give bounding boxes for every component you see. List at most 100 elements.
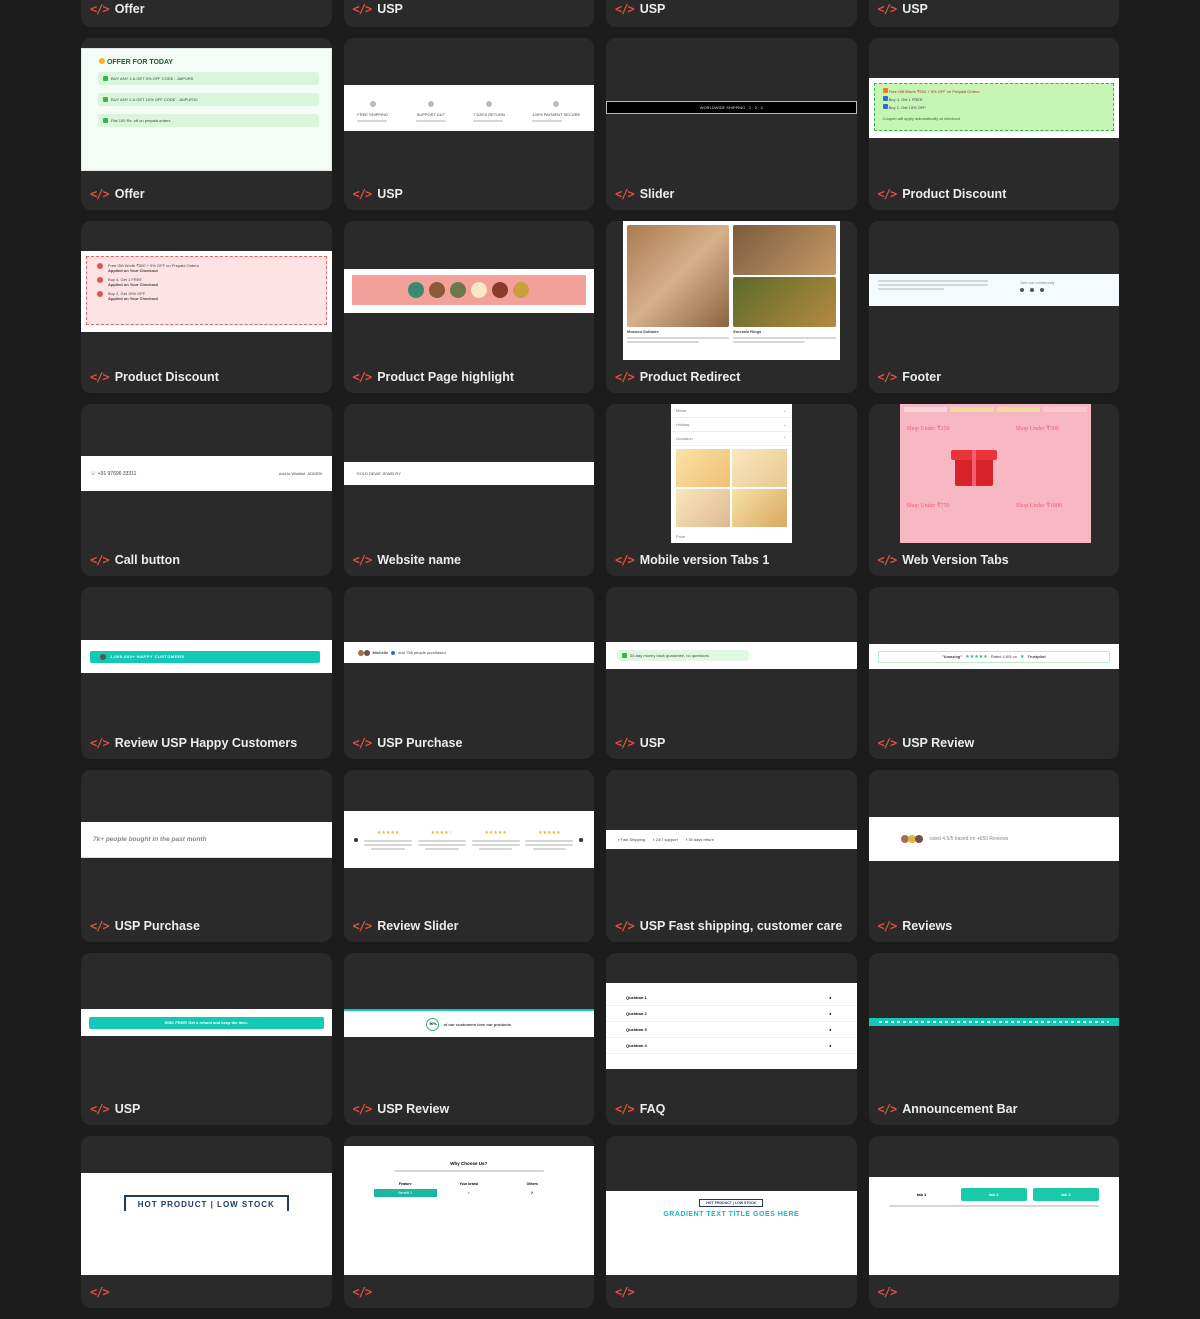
plus-icon: ● xyxy=(829,995,832,1000)
usp-review-preview: "Amazing" ★★★★★ Rated 4.6/5 on ★ Trustpi… xyxy=(868,644,1119,669)
template-card[interactable]: RISK FREE! Get a refund and keep the ite… xyxy=(81,953,332,1125)
review-card: ★★★★★ xyxy=(471,830,520,850)
faq-item[interactable]: Question 3 ● xyxy=(606,1022,857,1038)
gallery-row: RISK FREE! Get a refund and keep the ite… xyxy=(81,953,1119,1125)
template-card[interactable]: 1,000,000+ HAPPY CUSTOMERS </> Review USP… xyxy=(81,587,332,759)
product-caption: Emerald Rings xyxy=(733,329,762,334)
offer-item-text: Flat 100 Rs. off on prepaid orders xyxy=(111,118,171,123)
code-icon: </> xyxy=(352,186,373,201)
usp-review-pct-preview: 90% of our customers love our products xyxy=(343,1009,594,1037)
gradient-title-text: GRADIENT TEXT TITLE GOES HERE xyxy=(663,1211,800,1218)
faq-question: Question 1 xyxy=(626,995,647,1000)
gallery-row: 1,000,000+ HAPPY CUSTOMERS </> Review USP… xyxy=(81,587,1119,759)
code-icon: </> xyxy=(352,1,373,16)
template-card[interactable]: OFFER FOR TODAY BUY ANY 1 & GET 5% OFF C… xyxy=(81,38,332,210)
template-card[interactable]: Free Gift Worth ₹500 + 5% OFF on Prepaid… xyxy=(868,38,1119,210)
facebook-icon xyxy=(1020,288,1024,292)
template-card[interactable]: Why Choose Us? Feature Your brand Others… xyxy=(343,1136,594,1308)
template-card[interactable]: Michelle and 758 people purchased </> USP… xyxy=(343,587,594,759)
template-card[interactable]: GOLD DEVIE JEWELRY </> Website name xyxy=(343,404,594,576)
tab-images xyxy=(671,446,792,530)
card-preview: ★★★★★ ★★★★☆ ★★★★★ ★★★★★ xyxy=(343,770,594,909)
hot-product-text: HOT PRODUCT | LOW STOCK xyxy=(123,1195,289,1211)
discount-item-text: Buy 4, Get 1 FREE xyxy=(888,97,923,102)
template-card[interactable]: ★★★★★ ★★★★☆ ★★★★★ ★★★★★ </> Review Slider xyxy=(343,770,594,942)
code-icon: </> xyxy=(877,918,898,933)
money-back-text: 30-day money back guarantee, no question… xyxy=(630,653,709,658)
template-card[interactable]: Question 1 ● Question 2 ● Question 3 ● Ques… xyxy=(606,953,857,1125)
usp-text: 24/7 support xyxy=(655,837,678,842)
card-title: Announcement Bar xyxy=(902,1101,1018,1116)
star-rating-icon: ★★★★★ xyxy=(965,653,988,660)
template-card[interactable]: Join our community </> Footer xyxy=(868,221,1119,393)
card-label: </> Product Discount xyxy=(81,360,332,393)
template-card[interactable]: rated 4.5/5 based on +650 Reviews </> Rev… xyxy=(868,770,1120,942)
template-card[interactable]: </> Announcement Bar xyxy=(868,953,1119,1125)
faq-item[interactable]: Question 4 ● xyxy=(606,1038,857,1054)
template-card[interactable]: ☏ +91 97696 33311 Add to Wishlist ADDED!… xyxy=(81,404,332,576)
avatar xyxy=(914,835,923,843)
usp-item: 100% PAYMENT SECURE xyxy=(532,94,580,122)
template-card[interactable]: "Amazing" ★★★★★ Rated 4.6/5 on ★ Trustpi… xyxy=(868,587,1119,759)
template-card[interactable]: Free Gift Worth ₹500 + 5% OFF on Prepaid… xyxy=(81,221,332,393)
truck-icon xyxy=(369,101,376,107)
card-preview: Metal ⌄ Holiday ⌄ Occasion ⌃ Price xyxy=(606,404,857,543)
footer-text: Join our community xyxy=(1020,280,1055,285)
call-button-preview: ☏ +91 97696 33311 Add to Wishlist ADDED! xyxy=(81,456,332,491)
card-preview: rated 4.5/5 based on +650 Reviews xyxy=(868,770,1119,909)
template-card[interactable]: FREE SHIPPING SUPPORT 24/7 7 DAYS RETURN… xyxy=(343,38,594,210)
offer-item: BUY ANY 2 & GET 10% OFF CODE : JAIPUR10 xyxy=(98,93,319,106)
template-card[interactable]: tab 1 tab 2 tab 3 </> xyxy=(868,1136,1119,1308)
tab-button[interactable]: tab 1 xyxy=(889,1188,955,1201)
discount-sub: Applied on Your Checkout xyxy=(108,268,158,273)
stars-icon: ★★★★★ xyxy=(376,829,400,836)
usp-item: FREE SHIPPING xyxy=(357,94,388,122)
template-card[interactable]: Metal ⌄ Holiday ⌄ Occasion ⌃ Price </> Mobil… xyxy=(606,404,857,576)
reviews-preview: rated 4.5/5 based on +650 Reviews xyxy=(868,817,1119,861)
code-icon: </> xyxy=(90,1284,110,1299)
template-card[interactable]: </> Product Page highlight xyxy=(343,221,594,393)
template-card[interactable]: </> USP xyxy=(868,0,1119,27)
code-icon: </> xyxy=(615,369,635,384)
template-card[interactable]: </> USP xyxy=(606,0,857,27)
chevron-right-icon[interactable] xyxy=(579,837,584,842)
card-label: </> USP xyxy=(606,0,857,27)
template-card[interactable]: 7k+ people bought in the past month </> U… xyxy=(81,770,332,942)
card-preview: Shop Under ₹250 Shop Under ₹500 Shop Und… xyxy=(868,404,1119,543)
template-card[interactable]: Shop Under ₹250 Shop Under ₹500 Shop Und… xyxy=(868,404,1119,576)
phone-icon: ☏ xyxy=(90,470,97,477)
card-label: </> USP xyxy=(81,1092,332,1125)
product-highlight-preview xyxy=(343,269,594,313)
template-card[interactable]: HOT PRODUCT | LOW STOCK </> xyxy=(81,1136,332,1308)
happy-customers-preview: 1,000,000+ HAPPY CUSTOMERS xyxy=(81,640,332,673)
product-discount-preview: Free Gift Worth ₹500 + 5% OFF on Prepaid… xyxy=(81,251,332,332)
template-card[interactable]: </> Offer xyxy=(81,0,332,27)
usp-item-text: SUPPORT 24/7 xyxy=(416,112,445,117)
template-card[interactable]: 90% of our customers love our products <… xyxy=(343,953,594,1125)
column-header: Your brand xyxy=(459,1182,478,1186)
card-label: </> xyxy=(606,1275,857,1308)
jewelry-image xyxy=(733,277,836,327)
check-icon xyxy=(103,118,108,123)
tab-button[interactable]: tab 3 xyxy=(1032,1188,1100,1201)
template-card[interactable]: HOT PRODUCT | LOW STOCK GRADIENT TEXT TI… xyxy=(606,1136,857,1308)
card-label: </> Reviews xyxy=(869,909,1120,942)
template-card[interactable]: 30-day money back guarantee, no question… xyxy=(606,587,857,759)
template-card[interactable]: ▪ Fast Shipping ▪ 24/7 support ▪ 30 days… xyxy=(606,770,857,942)
offer-preview: OFFER FOR TODAY BUY ANY 1 & GET 5% OFF C… xyxy=(81,48,332,171)
usp-item-text: FREE SHIPPING xyxy=(357,112,389,117)
offer-item: Flat 100 Rs. off on prepaid orders xyxy=(98,114,319,127)
discount-sub: Applied on Your Checkout xyxy=(108,282,158,287)
template-card[interactable]: </> USP xyxy=(343,0,594,27)
tab-button[interactable]: tab 2 xyxy=(960,1188,1027,1201)
chevron-left-icon[interactable] xyxy=(354,837,359,842)
reviews-text: rated 4.5/5 based on +650 Reviews xyxy=(929,836,1009,842)
faq-item[interactable]: Question 2 ● xyxy=(606,1006,857,1022)
review-card: ★★★★★ xyxy=(364,829,413,850)
template-card[interactable]: WORLDWIDE SHIPPING · 1 · 2 · 3 </> Slider xyxy=(606,38,857,210)
product-thumb xyxy=(429,282,446,298)
card-title: Offer xyxy=(114,1,145,16)
template-card[interactable]: Mossed Solitaire Emerald Rings </> Produc… xyxy=(606,221,857,393)
trustpilot-text: Trustpilot xyxy=(1027,654,1046,659)
faq-item[interactable]: Question 1 ● xyxy=(606,990,857,1006)
